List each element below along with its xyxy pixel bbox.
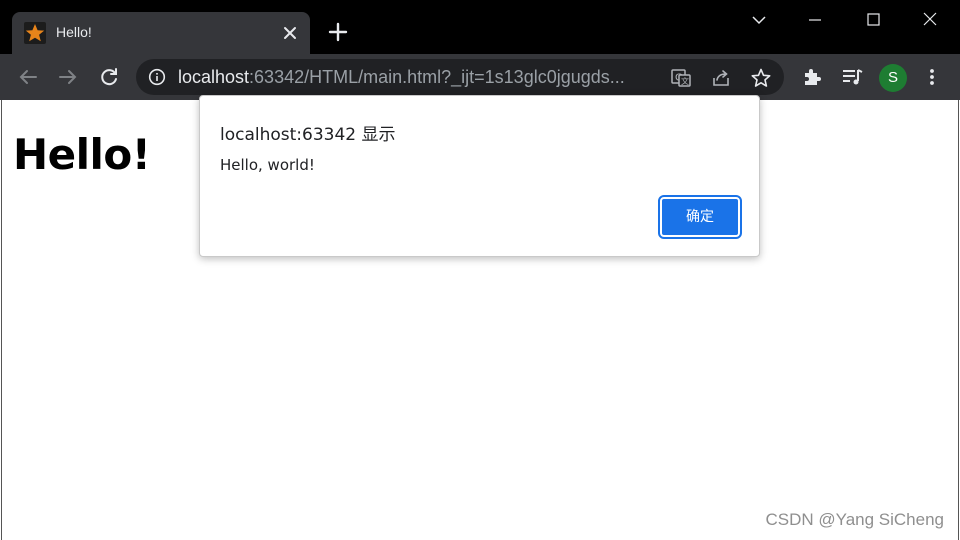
- browser-titlebar: Hello!: [0, 0, 960, 54]
- ok-button[interactable]: 确定: [658, 195, 742, 239]
- tab-title: Hello!: [56, 24, 92, 40]
- forward-icon[interactable]: [56, 65, 80, 89]
- translate-icon[interactable]: G 文: [670, 67, 692, 89]
- menu-icon[interactable]: [920, 65, 944, 89]
- watermark: CSDN @Yang SiCheng: [765, 510, 944, 529]
- tab-search-icon[interactable]: [741, 6, 777, 34]
- maximize-icon[interactable]: [855, 6, 891, 34]
- address-bar[interactable]: localhost:63342/HTML/main.html?_ijt=1s13…: [136, 59, 784, 95]
- address-url[interactable]: localhost:63342/HTML/main.html?_ijt=1s13…: [178, 67, 625, 88]
- close-tab-icon[interactable]: [280, 23, 300, 43]
- url-host: localhost: [178, 67, 250, 87]
- page-heading: Hello!: [13, 130, 151, 179]
- close-window-icon[interactable]: [912, 6, 948, 34]
- browser-toolbar: localhost:63342/HTML/main.html?_ijt=1s13…: [0, 54, 960, 100]
- dialog-message: Hello, world!: [220, 156, 315, 174]
- bookmark-star-icon[interactable]: [750, 67, 772, 89]
- extensions-icon[interactable]: [800, 65, 824, 89]
- dialog-title: localhost:63342 显示: [220, 125, 396, 145]
- browser-tab[interactable]: Hello!: [12, 12, 310, 54]
- url-path: :63342/HTML/main.html?_ijt=1s13glc0jgugd…: [249, 67, 625, 87]
- star-icon: [24, 22, 46, 44]
- svg-text:文: 文: [681, 76, 689, 86]
- reload-icon[interactable]: [97, 65, 121, 89]
- back-icon[interactable]: [16, 65, 40, 89]
- alert-dialog: localhost:63342 显示 Hello, world! 确定: [199, 95, 760, 257]
- media-queue-icon[interactable]: [840, 65, 864, 89]
- info-icon[interactable]: [148, 68, 166, 86]
- new-tab-icon[interactable]: [326, 20, 350, 44]
- profile-avatar[interactable]: S: [879, 64, 907, 92]
- minimize-icon[interactable]: [797, 6, 833, 34]
- share-icon[interactable]: [710, 67, 732, 89]
